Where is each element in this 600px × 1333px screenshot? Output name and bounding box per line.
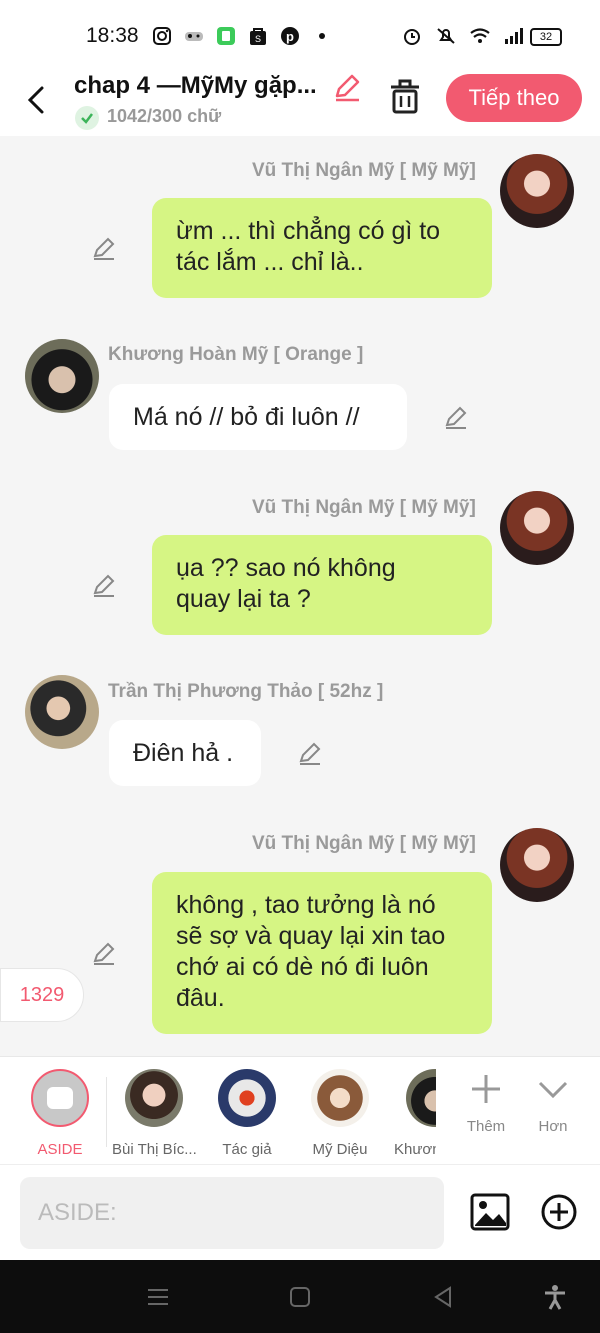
character-author[interactable]: Tác giả	[205, 1069, 289, 1158]
message-line: tác lắm ... chỉ là..	[176, 248, 364, 276]
edit-message-icon[interactable]	[296, 739, 324, 767]
avatar	[406, 1069, 436, 1127]
message-bubble[interactable]: ừm ... thì chẳng có gì to tác lắm ... ch…	[152, 198, 492, 298]
alarm-icon	[404, 29, 420, 45]
shopping-bag-icon: S	[250, 28, 266, 45]
character-bui-thi[interactable]: Bùi Thị Bíc...	[112, 1069, 196, 1158]
edit-message-icon[interactable]	[90, 939, 118, 967]
add-character-button[interactable]: Thêm	[458, 1071, 514, 1135]
aside-icon	[31, 1069, 89, 1127]
menu-icon[interactable]	[145, 1284, 171, 1310]
app-green-icon	[217, 27, 235, 45]
chevron-down-icon	[538, 1081, 568, 1099]
message-bubble[interactable]: Điên hả .	[109, 720, 261, 786]
chapter-title[interactable]: chap 4 —MỹMy gặp...	[74, 72, 332, 100]
editor-header: chap 4 —MỹMy gặp... 1042/300 chữ Tiếp th…	[0, 70, 600, 136]
message-line: sẽ sợ và quay lại xin tao	[176, 922, 446, 950]
dot-icon	[319, 33, 325, 39]
sender-name: Vũ Thị Ngân Mỹ [ Mỹ Mỹ]	[252, 833, 476, 854]
message-input[interactable]	[20, 1177, 444, 1249]
message-line: chớ ai có dè nó đi luôn	[176, 953, 429, 981]
sender-name: Khương Hoàn Mỹ [ Orange ]	[108, 344, 364, 365]
input-bar	[0, 1164, 600, 1260]
status-time: 18:38	[86, 24, 139, 47]
message-bubble[interactable]: ụa ?? sao nó không quay lại ta ?	[152, 535, 492, 635]
character-khuong[interactable]: Khươn	[390, 1069, 436, 1158]
delete-button[interactable]	[388, 78, 422, 116]
gamepad-icon	[185, 32, 203, 41]
add-label: Thêm	[466, 1118, 506, 1135]
image-button[interactable]	[470, 1193, 510, 1231]
sender-name: Vũ Thị Ngân Mỹ [ Mỹ Mỹ]	[252, 160, 476, 181]
sender-name: Vũ Thị Ngân Mỹ [ Mỹ Mỹ]	[252, 497, 476, 518]
avatar[interactable]	[500, 491, 574, 565]
accessibility-icon[interactable]	[542, 1284, 568, 1310]
message-line: ừm ... thì chẳng có gì to	[176, 217, 441, 245]
avatar	[218, 1069, 276, 1127]
battery-indicator: 32	[530, 28, 562, 46]
notification-icons: S p	[152, 26, 332, 46]
message-bubble[interactable]: Má nó // bỏ đi luôn //	[109, 384, 407, 450]
avatar	[311, 1069, 369, 1127]
character-label: ASIDE	[37, 1141, 83, 1158]
message-bubble[interactable]: không , tao tưởng là nó sẽ sợ và quay lạ…	[152, 872, 492, 1034]
avatar[interactable]	[25, 339, 99, 413]
more-button[interactable]: Hơn	[525, 1071, 581, 1135]
chat-area: Vũ Thị Ngân Mỹ [ Mỹ Mỹ] ừm ... thì chẳng…	[0, 136, 600, 1056]
svg-text:S: S	[255, 34, 261, 44]
add-button[interactable]	[540, 1193, 578, 1231]
avatar	[125, 1069, 183, 1127]
character-bar: ASIDE Bùi Thị Bíc... Tác giả Mỹ Diệu Khư…	[0, 1056, 600, 1164]
message-line: đâu.	[176, 984, 225, 1012]
character-label: Mỹ Diệu	[312, 1141, 368, 1158]
next-button[interactable]: Tiếp theo	[446, 74, 582, 122]
message-line: quay lại ta ?	[176, 585, 311, 613]
mute-icon	[437, 28, 455, 44]
home-icon[interactable]	[287, 1284, 313, 1310]
character-label: Khươn	[394, 1141, 436, 1158]
message-line: không , tao tưởng là nó	[176, 891, 436, 919]
character-aside[interactable]: ASIDE	[18, 1069, 102, 1158]
character-my-dieu[interactable]: Mỹ Diệu	[298, 1069, 382, 1158]
svg-text:p: p	[286, 29, 294, 44]
edit-title-icon[interactable]	[332, 72, 362, 102]
edit-message-icon[interactable]	[90, 234, 118, 262]
more-label: Hơn	[538, 1118, 568, 1135]
system-icons	[402, 26, 524, 46]
message-line: Má nó // bỏ đi luôn //	[133, 403, 360, 431]
counter-badge[interactable]: 1329	[0, 968, 84, 1022]
edit-message-icon[interactable]	[90, 571, 118, 599]
divider	[106, 1077, 107, 1147]
signal-icon	[505, 28, 523, 44]
avatar[interactable]	[500, 828, 574, 902]
avatar[interactable]	[25, 675, 99, 749]
system-nav-bar	[0, 1260, 600, 1333]
check-icon	[75, 106, 99, 130]
pinterest-icon: p	[281, 27, 299, 45]
back-button[interactable]	[22, 80, 52, 120]
sender-name: Trần Thị Phương Thảo [ 52hz ]	[108, 681, 384, 702]
status-bar: 18:38 S p 32	[0, 0, 600, 70]
avatar[interactable]	[500, 154, 574, 228]
character-label: Tác giả	[222, 1141, 272, 1158]
wifi-icon	[470, 28, 490, 43]
edit-message-icon[interactable]	[442, 403, 470, 431]
word-count: 1042/300 chữ	[107, 106, 222, 126]
back-nav-icon[interactable]	[430, 1284, 456, 1310]
message-line: ụa ?? sao nó không	[176, 554, 396, 582]
character-label: Bùi Thị Bíc...	[112, 1141, 196, 1158]
plus-icon	[472, 1075, 500, 1103]
message-line: Điên hả .	[133, 739, 234, 767]
instagram-icon	[153, 27, 171, 45]
